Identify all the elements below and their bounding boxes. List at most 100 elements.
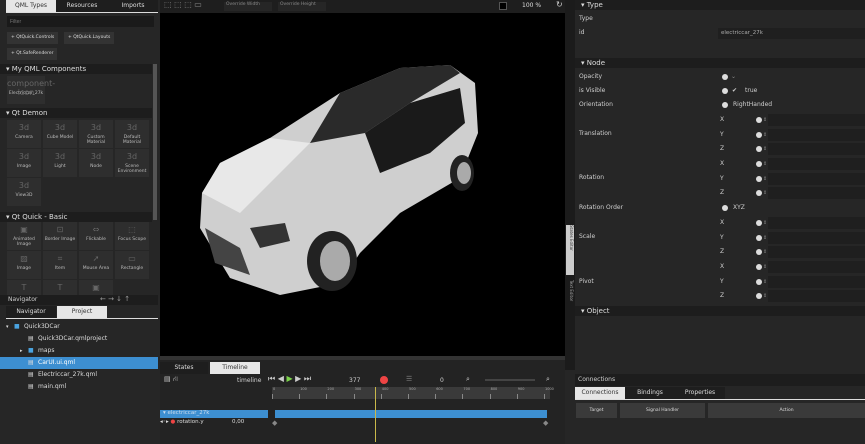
gear-icon[interactable] [722,205,728,211]
library-item[interactable]: 3d Scene Environment [115,149,149,177]
library-scrollbar[interactable] [153,64,157,220]
filter-input[interactable] [7,16,154,27]
library-item[interactable]: 3d Light [43,149,77,177]
opacity-spinbox[interactable]: ⌄ [731,70,736,84]
zoom-select[interactable]: 100 % [522,2,541,9]
rotation-order-select[interactable]: XYZ [733,201,745,215]
section-node[interactable]: ▾ Node [575,58,865,68]
library-item[interactable]: 3d Camera [7,120,41,148]
value-spinbox[interactable] [768,158,865,170]
playhead[interactable] [374,387,376,442]
3d-viewport[interactable] [160,13,565,356]
column-target[interactable]: Target [576,403,617,418]
tab-resources[interactable]: Resources [56,0,108,12]
library-item[interactable]: 3d Custom Material [79,120,113,148]
value-spinbox[interactable] [768,143,865,156]
timeline-ruler[interactable]: 0 100 200 300 400 500 600 700 800 900 1000 [272,387,554,399]
tab-states[interactable]: States [160,362,208,374]
record-button[interactable] [380,376,388,384]
play-icon[interactable]: ▶ [286,374,292,383]
playback-controls[interactable]: ⏮ ◀ ▶ ▶ ⏭ [268,374,311,384]
side-tab-text-editor[interactable]: Text Editor [566,280,574,320]
spin-arrows-icon[interactable]: ⇕ [763,260,767,274]
section-qt-quick-basic[interactable]: ▾ Qt Quick - Basic [0,212,152,222]
timeline-target-bar[interactable] [275,410,547,418]
keyframe-start[interactable]: ◆ [272,419,277,427]
gear-icon[interactable] [756,146,762,153]
keyframe-end[interactable]: ◆ [543,419,548,427]
value-spinbox[interactable] [768,290,865,303]
library-item[interactable]: ▨ Image [7,251,41,279]
add-import-qtquick-controls[interactable]: + QtQuick.Controls [7,32,59,44]
timeline-settings-icon[interactable]: ▤ ⛙ [164,375,178,384]
navigator-dropdown[interactable]: Navigator [8,296,37,303]
timeline-target-row[interactable]: ▾ electriccar_27k [160,410,268,418]
id-input[interactable]: electriccar_27k [718,28,865,39]
library-item[interactable]: ⌗ Item [43,251,77,279]
spin-arrows-icon[interactable]: ⇕ [763,216,767,230]
column-action[interactable]: Action [708,403,865,418]
zoom-slider[interactable] [485,379,535,381]
value-spinbox[interactable] [768,217,865,229]
library-item[interactable]: ▣ Animated Image [7,222,41,250]
spin-arrows-icon[interactable]: ⇕ [763,289,767,303]
add-import-qtquick-layouts[interactable]: + QtQuick.Layouts [64,32,115,44]
tab-imports[interactable]: Imports [108,0,158,12]
gear-icon[interactable] [756,249,762,256]
tree-item[interactable]: ▤ Electriccar_27k.qml [0,369,158,381]
value-spinbox[interactable] [768,261,865,273]
gear-icon[interactable] [756,190,762,197]
car-model[interactable] [160,13,565,356]
override-height-field[interactable]: Override Height [278,2,326,11]
expand-arrow-icon[interactable]: ▸ [20,345,23,357]
library-item[interactable]: ⬚ Focus Scope [115,222,149,250]
library-item[interactable]: ▭ Rectangle [115,251,149,279]
library-item[interactable]: 3d Image [7,149,41,177]
library-item[interactable]: 3d Default Material [115,120,149,148]
gear-icon[interactable] [756,293,762,300]
tab-properties[interactable]: Properties [675,387,725,399]
orientation-select[interactable]: RightHanded [733,98,772,112]
library-item[interactable]: 3d View3D [7,178,41,206]
tree-item[interactable]: ▸ ■ maps [0,345,158,357]
curve-editor-icon[interactable]: ☰ [406,375,412,383]
value-spinbox[interactable] [768,246,865,259]
expand-arrow-icon[interactable]: ▾ [6,321,9,333]
connections-dropdown[interactable]: Connections [578,376,615,383]
tab-qml-types[interactable]: QML Types [6,0,56,12]
add-import-safe-renderer[interactable]: + Qt.SafeRenderer [7,48,58,60]
end-frame-field[interactable]: 0 [440,377,444,384]
nav-arrows-icon[interactable]: ← → ↓ ↑ [100,295,130,303]
property-row[interactable]: ◂◦▸ ● rotation.y 0,00 [160,419,268,428]
spin-arrows-icon[interactable]: ⇕ [763,245,767,259]
tree-item[interactable]: ▾ ■ Quick3DCar [0,321,158,333]
tab-bindings[interactable]: Bindings [625,387,675,399]
tree-item[interactable]: ▤ main.qml [0,381,158,393]
tab-timeline[interactable]: Timeline [210,362,260,374]
library-item[interactable]: 3d Node [79,149,113,177]
library-item[interactable]: component-icon Electriccar_27k [7,76,55,104]
zoom-out-icon[interactable]: ⌕ [466,375,470,384]
section-object[interactable]: ▾ Object [575,306,865,316]
section-my-qml-components[interactable]: ▾ My QML Components [0,64,152,74]
tab-project[interactable]: Project [57,306,107,318]
value-spinbox[interactable] [768,114,865,126]
gear-icon[interactable] [756,161,762,167]
column-signal-handler[interactable]: Signal Handler [620,403,705,418]
spin-arrows-icon[interactable]: ⇕ [763,113,767,127]
tree-item[interactable]: ▤ Quick3DCar.qmlproject [0,333,158,345]
tab-navigator[interactable]: Navigator [6,306,56,318]
override-width-field[interactable]: Override Width [224,2,272,11]
gear-icon[interactable] [722,102,728,108]
visible-checkbox[interactable]: ✔ [732,84,737,98]
toolbar-icons[interactable]: ⬚ ⬚ ⬚ ▭ [164,0,202,9]
gear-icon[interactable] [756,117,762,123]
library-item[interactable]: 3d Cube Model [43,120,77,148]
library-item[interactable]: ➚ Mouse Area [79,251,113,279]
value-spinbox[interactable] [768,187,865,200]
spin-arrows-icon[interactable]: ⇕ [763,142,767,156]
reset-icon[interactable]: ↻ [556,0,563,9]
gear-icon[interactable] [722,74,728,80]
gear-icon[interactable] [756,264,762,270]
spin-arrows-icon[interactable]: ⇕ [763,186,767,200]
